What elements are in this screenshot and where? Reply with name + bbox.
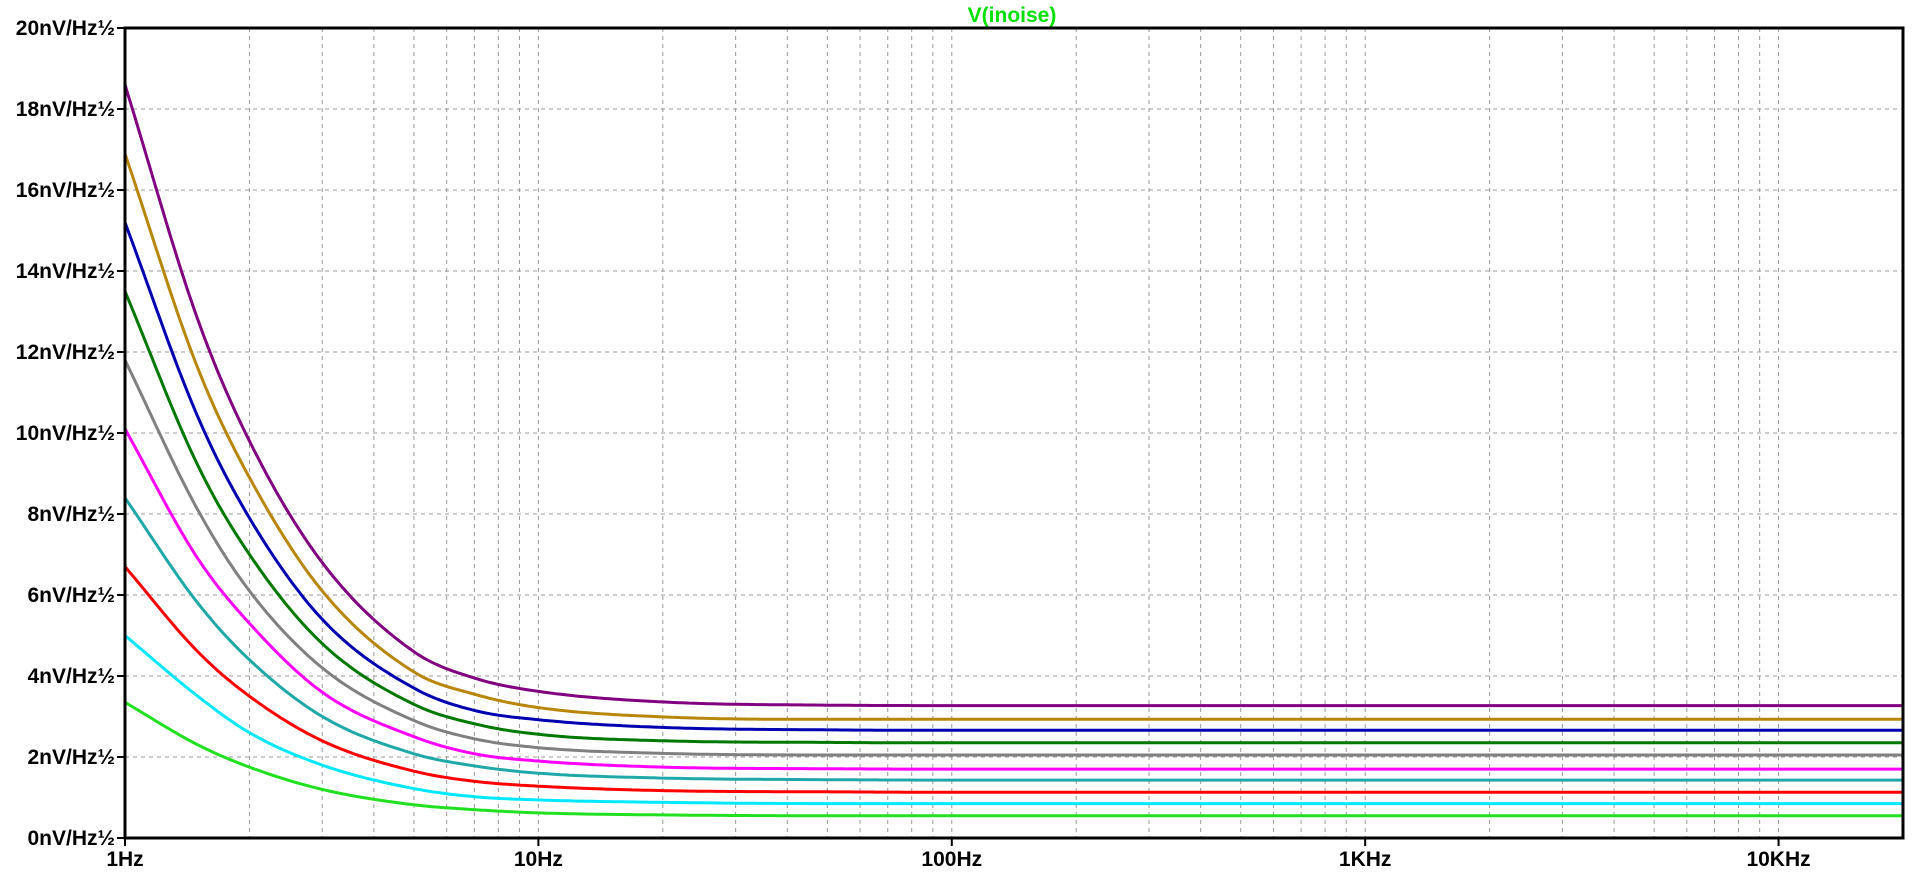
- x-tick-label: 10KHz: [1746, 848, 1810, 871]
- y-tick-label: 2nV/Hz½: [27, 746, 115, 769]
- series-line-5: [123, 359, 1903, 757]
- series-line-1: [123, 84, 1903, 708]
- y-tick-label: 12nV/Hz½: [16, 341, 115, 364]
- y-tick-label: 6nV/Hz½: [27, 584, 115, 607]
- y-tick-label: 8nV/Hz½: [27, 503, 115, 526]
- x-tick-label: 1Hz: [106, 848, 143, 871]
- x-axis: 1Hz 10Hz 100Hz 1KHz 10KHz: [106, 838, 1811, 871]
- x-tick-label: 10Hz: [514, 848, 563, 871]
- x-tick-label: 1KHz: [1339, 848, 1392, 871]
- y-tick-label: 10nV/Hz½: [16, 422, 115, 445]
- series-group: [123, 84, 1903, 818]
- noise-plot: 0nV/Hz½ 2nV/Hz½ 4nV/Hz½ 6nV/Hz½ 8nV/Hz½ 10nV/…: [16, 4, 1905, 871]
- x-tick-label: 100Hz: [921, 848, 982, 871]
- series-line-3: [123, 221, 1903, 732]
- grid: [125, 28, 1903, 838]
- y-tick-label: 0nV/Hz½: [27, 827, 115, 850]
- y-tick-label: 16nV/Hz½: [16, 179, 115, 202]
- y-tick-label: 4nV/Hz½: [27, 665, 115, 688]
- y-tick-label: 14nV/Hz½: [16, 260, 115, 283]
- y-axis: 0nV/Hz½ 2nV/Hz½ 4nV/Hz½ 6nV/Hz½ 8nV/Hz½ 10nV/…: [16, 17, 125, 850]
- series-line-7: [123, 496, 1903, 782]
- y-tick-label: 20nV/Hz½: [16, 17, 115, 40]
- series-line-8: [123, 565, 1903, 794]
- chart-title: V(inoise): [968, 4, 1057, 27]
- y-tick-label: 18nV/Hz½: [16, 98, 115, 121]
